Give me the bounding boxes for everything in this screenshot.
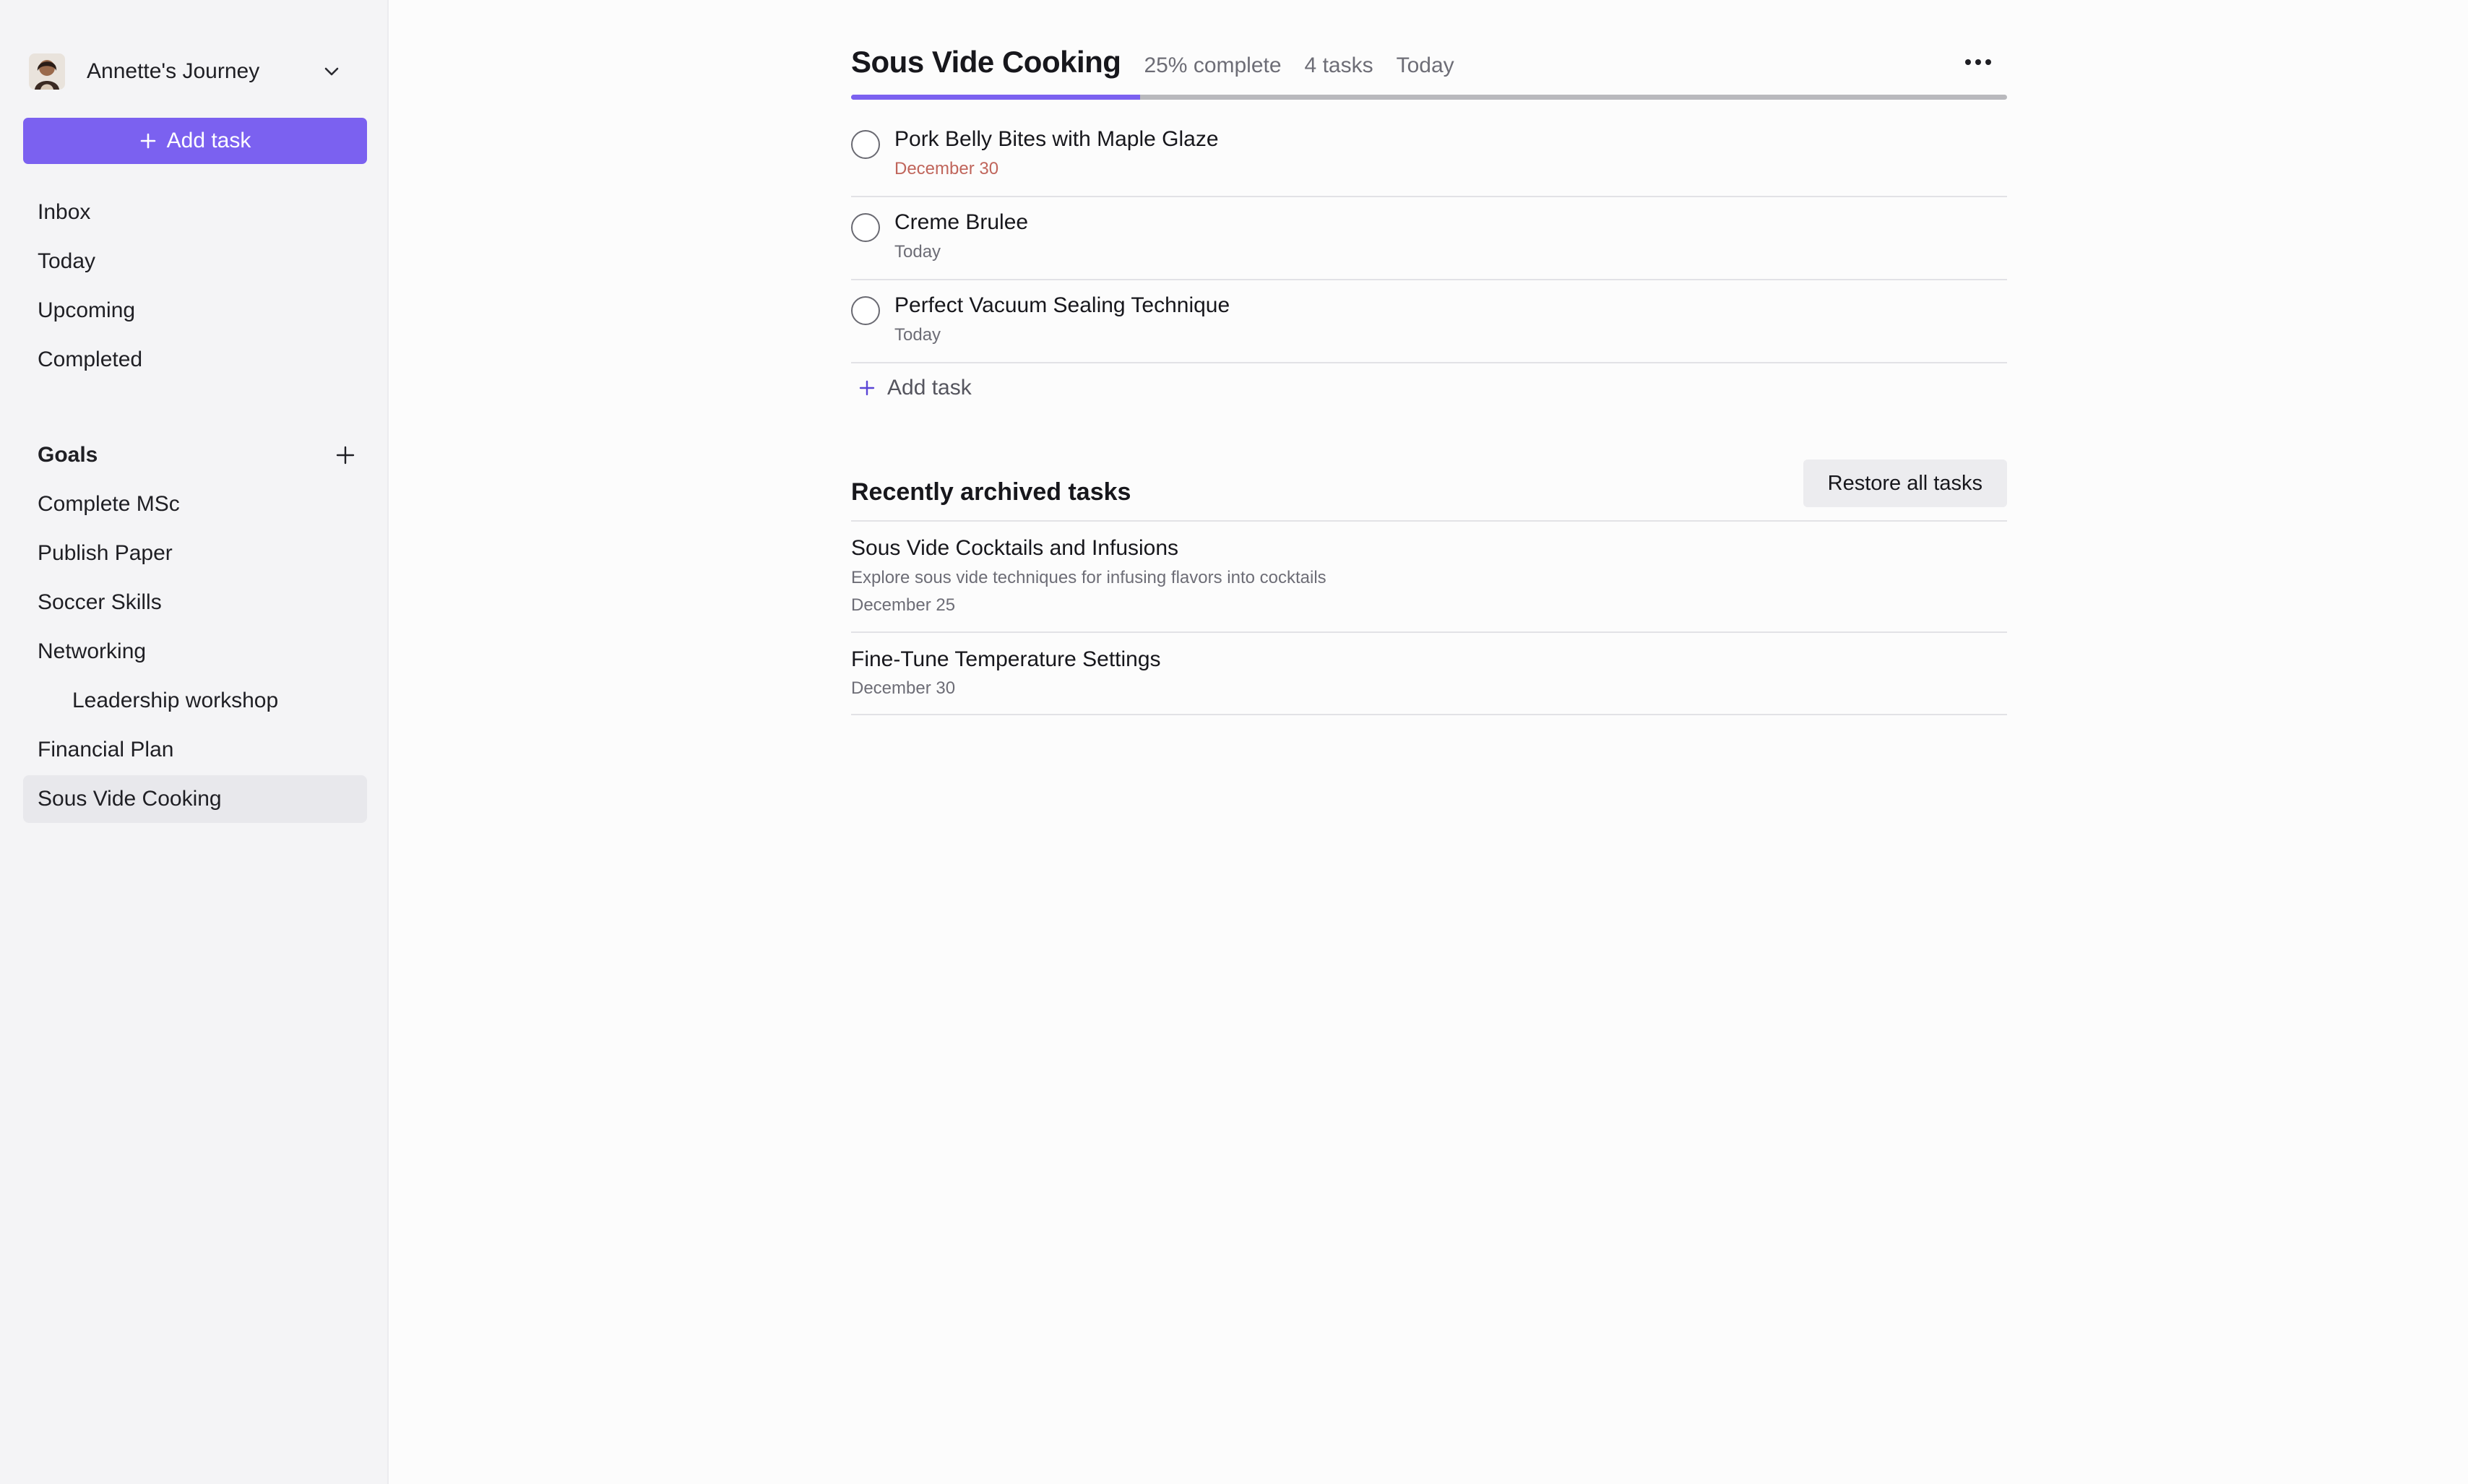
archived-item-description: Explore sous vide techniques for infusin…: [851, 568, 1326, 587]
add-task-button-label: Add task: [166, 129, 251, 152]
project-date: Today: [1396, 53, 1454, 77]
add-task-button[interactable]: Add task: [23, 118, 367, 164]
task-row[interactable]: Perfect Vacuum Sealing Technique Today: [851, 280, 2007, 363]
plus-icon: [140, 133, 155, 149]
nav-completed[interactable]: Completed: [23, 336, 367, 384]
more-horizontal-icon[interactable]: [1964, 58, 1993, 66]
add-task-inline-button[interactable]: Add task: [858, 372, 972, 404]
task-due-date: Today: [894, 325, 941, 345]
workspace-name: Annette's Journey: [87, 59, 260, 83]
task-due-date: Today: [894, 242, 941, 262]
add-task-inline-label: Add task: [887, 376, 972, 400]
restore-all-button[interactable]: Restore all tasks: [1803, 460, 2007, 507]
goal-sous-vide-cooking[interactable]: Sous Vide Cooking: [23, 775, 367, 823]
archived-item-title: Fine-Tune Temperature Settings: [851, 647, 1161, 671]
archived-item-date: December 30: [851, 678, 956, 698]
progress-bar-fill: [851, 95, 1140, 100]
workspace-switcher[interactable]: Annette's Journey: [29, 53, 354, 90]
archived-item-title: Sous Vide Cocktails and Infusions: [851, 536, 1179, 560]
nav-inbox[interactable]: Inbox: [23, 189, 367, 236]
avatar: [29, 53, 65, 90]
nav-upcoming[interactable]: Upcoming: [23, 287, 367, 335]
task-count: 4 tasks: [1304, 53, 1373, 77]
app: Annette's Journey Add task Inbox Today U…: [0, 0, 2468, 1484]
goals-title: Goals: [38, 443, 98, 467]
goal-leadership-workshop[interactable]: Leadership workshop: [23, 677, 367, 725]
goal-soccer-skills[interactable]: Soccer Skills: [23, 579, 367, 626]
goal-networking[interactable]: Networking: [23, 628, 367, 676]
archived-item[interactable]: Sous Vide Cocktails and Infusions Explor…: [851, 522, 2007, 633]
plus-icon: [859, 380, 875, 396]
chevron-down-icon[interactable]: [322, 62, 341, 81]
task-title[interactable]: Creme Brulee: [894, 210, 1028, 235]
add-goal-icon[interactable]: [335, 445, 355, 465]
goal-publish-paper[interactable]: Publish Paper: [23, 530, 367, 577]
sidebar: Annette's Journey Add task Inbox Today U…: [0, 0, 389, 1484]
progress-bar: [851, 95, 2007, 100]
circle-checkbox-icon[interactable]: [851, 296, 880, 325]
archived-item[interactable]: Fine-Tune Temperature Settings December …: [851, 633, 2007, 715]
task-row[interactable]: Pork Belly Bites with Maple Glaze Decemb…: [851, 114, 2007, 197]
nav-today[interactable]: Today: [23, 238, 367, 285]
task-title[interactable]: Pork Belly Bites with Maple Glaze: [894, 127, 1219, 152]
task-title[interactable]: Perfect Vacuum Sealing Technique: [894, 293, 1230, 318]
archived-title: Recently archived tasks: [851, 478, 1131, 506]
archived-item-date: December 25: [851, 595, 956, 615]
project-title: Sous Vide Cooking: [851, 45, 1121, 79]
goal-financial-plan[interactable]: Financial Plan: [23, 726, 367, 774]
circle-checkbox-icon[interactable]: [851, 213, 880, 242]
archived-header: Recently archived tasks Restore all task…: [851, 457, 2007, 522]
task-due-date: December 30: [894, 159, 999, 178]
task-row[interactable]: Creme Brulee Today: [851, 197, 2007, 280]
goals-header: Goals: [38, 436, 355, 474]
progress-text: 25% complete: [1144, 53, 1282, 77]
project-header: Sous Vide Cooking 25% complete 4 tasks T…: [851, 45, 2007, 88]
goal-complete-msc[interactable]: Complete MSc: [23, 480, 367, 528]
circle-checkbox-icon[interactable]: [851, 130, 880, 159]
